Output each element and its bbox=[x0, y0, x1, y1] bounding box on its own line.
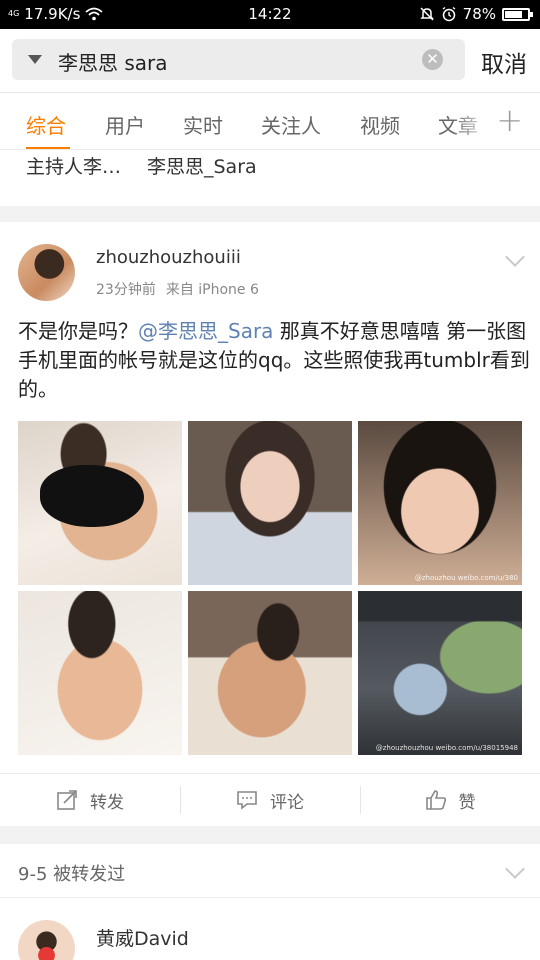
tab-users[interactable]: 用户 bbox=[105, 110, 145, 139]
photo-2[interactable] bbox=[188, 421, 352, 585]
tab-following[interactable]: 关注人 bbox=[261, 110, 321, 139]
search-tabs: 综合 用户 实时 关注人 视频 文章 + bbox=[0, 92, 540, 150]
post-time: 23分钟前 bbox=[96, 282, 156, 298]
photo-6[interactable]: @zhouzhouzhou weibo.com/u/38015948 bbox=[358, 591, 522, 755]
photo-4[interactable] bbox=[18, 591, 182, 755]
alarm-icon bbox=[442, 6, 456, 22]
photo-watermark: @zhouzhouzhou weibo.com/u/38015948 bbox=[375, 744, 518, 752]
photo-1[interactable] bbox=[18, 421, 182, 585]
next-post: 黄威David bbox=[0, 898, 540, 960]
photo-watermark: @zhouzhou weibo.com/u/380 bbox=[414, 574, 518, 582]
search-query[interactable]: 李思思 sara bbox=[58, 47, 168, 76]
repost-button[interactable]: 转发 bbox=[0, 774, 180, 826]
censor-scribble bbox=[40, 465, 144, 527]
post-actions: 转发 评论 赞 bbox=[0, 773, 540, 826]
comment-button[interactable]: 评论 bbox=[180, 774, 360, 826]
like-button[interactable]: 赞 bbox=[360, 774, 540, 826]
mute-bell-icon bbox=[419, 7, 434, 21]
user-suggestion[interactable]: 李思思_Sara bbox=[147, 152, 257, 179]
battery-percent: 78% bbox=[462, 5, 496, 23]
post-card: zhouzhouzhouiii 23分钟前 来自 iPhone 6 不是你是吗？@… bbox=[0, 222, 540, 826]
status-bar: 4G 17.9K/s 14:22 78% bbox=[0, 0, 540, 29]
comment-icon bbox=[237, 791, 257, 810]
tab-realtime[interactable]: 实时 bbox=[183, 110, 223, 139]
avatar[interactable] bbox=[18, 244, 75, 301]
next-post-author[interactable]: 黄威David bbox=[96, 924, 189, 951]
avatar[interactable] bbox=[18, 920, 75, 960]
battery-icon bbox=[502, 7, 533, 21]
repost-icon bbox=[57, 790, 77, 810]
photo-3[interactable]: @zhouzhou weibo.com/u/380 bbox=[358, 421, 522, 585]
post-source: 来自 iPhone 6 bbox=[165, 282, 259, 298]
search-bar: 李思思 sara ✕ 取消 bbox=[0, 29, 540, 92]
comment-label: 评论 bbox=[270, 792, 304, 813]
like-label: 赞 bbox=[458, 792, 476, 813]
repost-header[interactable]: 9-5 被转发过 bbox=[0, 844, 540, 898]
battery-fill bbox=[505, 10, 522, 18]
post-text: 不是你是吗？@李思思_Sara 那真不好意思嘻嘻 第一张图手机里面的帐号就是这位… bbox=[18, 317, 530, 404]
tab-comprehensive[interactable]: 综合 bbox=[26, 110, 66, 139]
chevron-down-icon[interactable] bbox=[505, 859, 525, 879]
post-meta: 23分钟前 来自 iPhone 6 bbox=[96, 279, 259, 299]
repost-label: 转发 bbox=[90, 792, 124, 813]
post-author[interactable]: zhouzhouzhouiii bbox=[96, 247, 241, 268]
photo-5[interactable] bbox=[188, 591, 352, 755]
post-text-before: 不是你是吗？ bbox=[18, 319, 138, 343]
tab-fade bbox=[452, 93, 492, 149]
add-tab-icon[interactable]: + bbox=[496, 101, 523, 139]
tab-video[interactable]: 视频 bbox=[360, 110, 400, 139]
clear-icon[interactable]: ✕ bbox=[422, 49, 443, 70]
photo-grid: @zhouzhou weibo.com/u/380 @zhouzhouzhou … bbox=[18, 421, 522, 755]
repost-header-label: 9-5 被转发过 bbox=[18, 864, 126, 885]
user-suggestions: 主持人李… 李思思_Sara bbox=[0, 150, 540, 206]
search-input[interactable]: 李思思 sara ✕ bbox=[12, 39, 465, 80]
chevron-down-icon[interactable] bbox=[505, 247, 525, 267]
user-suggestion[interactable]: 主持人李… bbox=[26, 152, 121, 179]
thumbs-up-icon bbox=[425, 790, 446, 810]
cancel-button[interactable]: 取消 bbox=[481, 45, 527, 79]
mention-link[interactable]: @李思思_Sara bbox=[138, 319, 273, 343]
dropdown-caret-icon[interactable] bbox=[28, 55, 42, 64]
